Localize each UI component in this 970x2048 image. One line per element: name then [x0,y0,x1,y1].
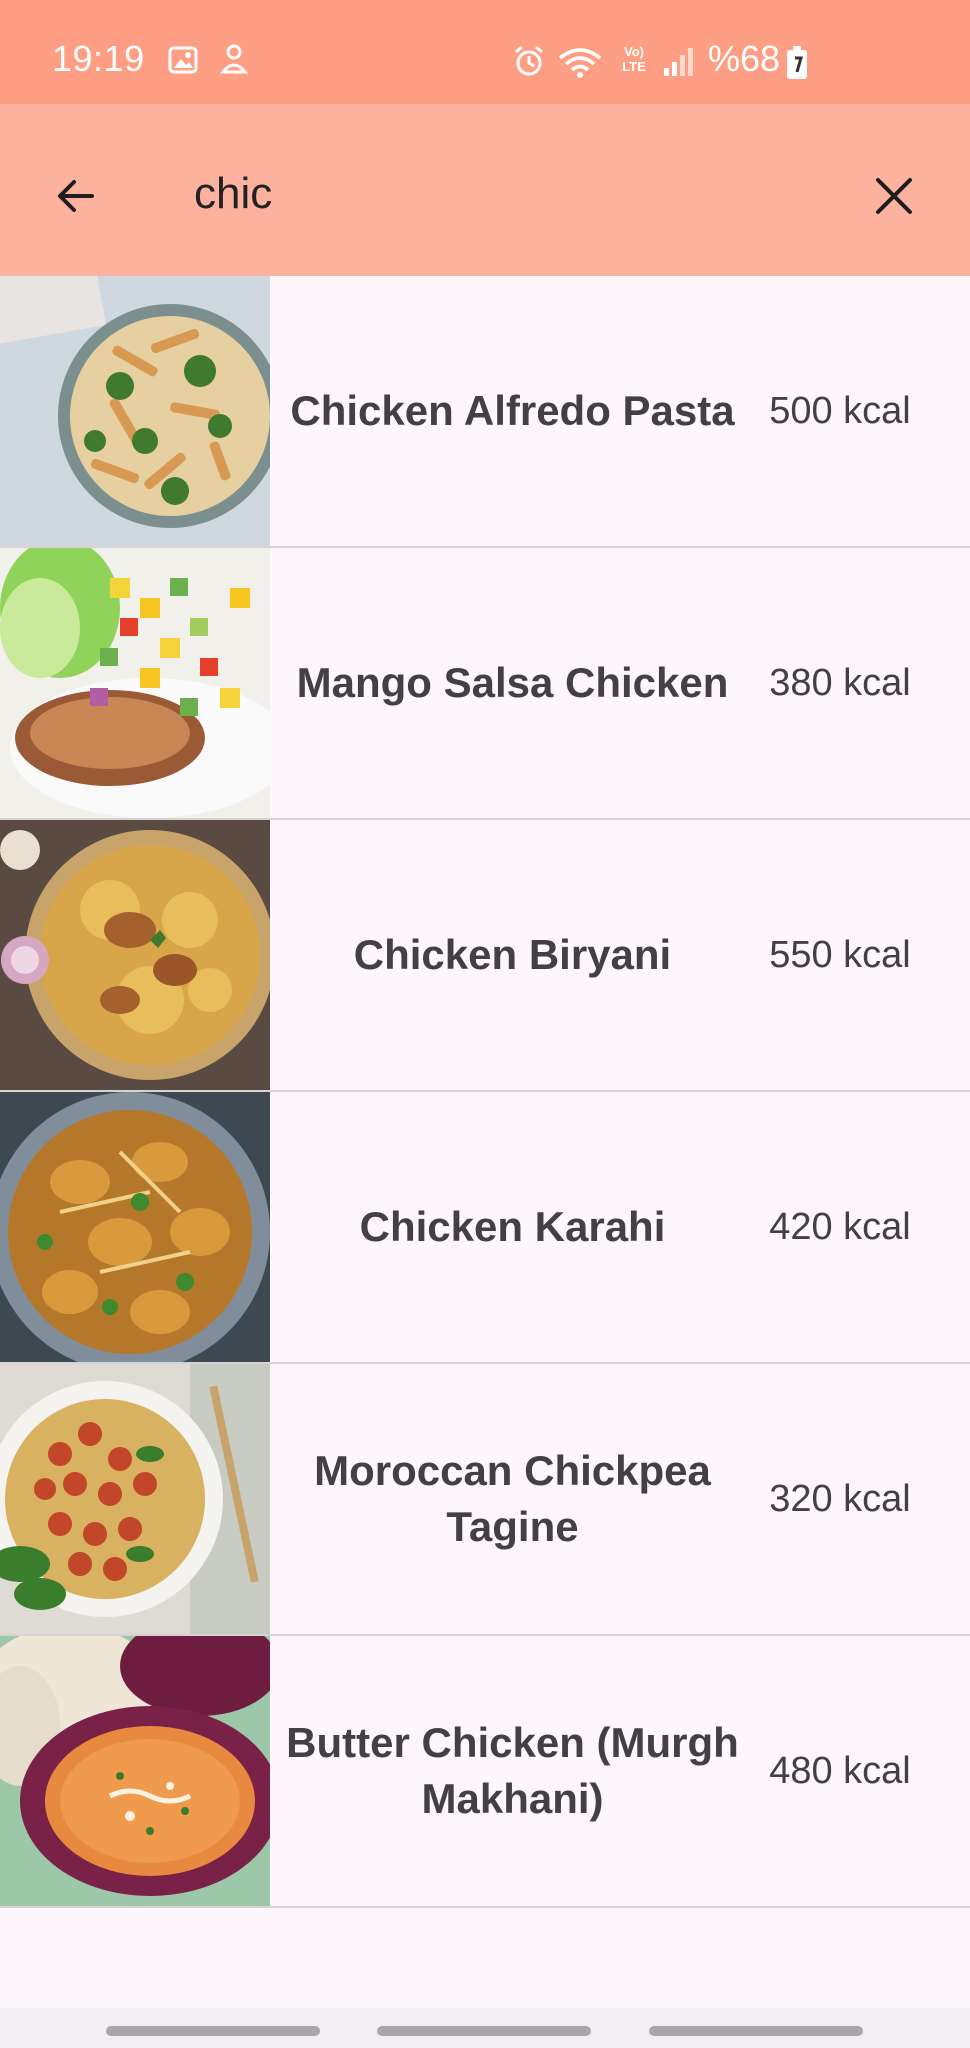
wifi-icon [558,48,602,78]
recipe-calories: 500 kcal [769,389,911,432]
arrow-left-icon [58,180,94,212]
recipe-list-item[interactable]: Butter Chicken (Murgh Makhani) 480 kcal [0,1636,970,1908]
recipe-calories: 320 kcal [769,1477,911,1520]
recipe-list-item[interactable]: Chicken Alfredo Pasta 500 kcal [0,276,970,548]
recipe-calories: 550 kcal [769,933,911,976]
recipe-name: Moroccan Chickpea Tagine [314,1447,711,1550]
clear-search-button[interactable] [858,160,930,232]
recipe-thumbnail [0,276,270,546]
recipe-name: Chicken Alfredo Pasta [290,387,735,434]
recipe-list-item[interactable]: Chicken Biryani 550 kcal [0,820,970,1092]
alarm-icon [515,45,543,76]
recipe-thumbnail [0,1364,270,1634]
search-app-bar [0,104,970,276]
recipe-list-item[interactable]: Mango Salsa Chicken 380 kcal [0,548,970,820]
recipe-list-item[interactable]: Moroccan Chickpea Tagine 320 kcal [0,1364,970,1636]
signal-icon [664,48,693,76]
recipe-calories: 420 kcal [769,1205,911,1248]
battery-icon [787,46,807,79]
gallery-icon [168,46,198,74]
recipe-list-item[interactable]: Chicken Karahi 420 kcal [0,1092,970,1364]
nav-back-handle[interactable] [649,2026,863,2036]
recipe-thumbnail [0,1636,270,1906]
recipe-thumbnail [0,1092,270,1362]
nav-recents-handle[interactable] [106,2026,320,2036]
recipe-calories: 380 kcal [769,661,911,704]
nav-home-handle[interactable] [377,2026,591,2036]
recipe-thumbnail [0,820,270,1090]
volte-indicator: Vo) LTE [622,44,646,74]
search-input[interactable] [194,164,794,224]
recipe-name: Mango Salsa Chicken [296,659,729,706]
notification-app-icon [219,44,249,74]
system-navigation-bar [0,2008,970,2048]
status-time: 19:19 [52,38,145,79]
recipe-name: Chicken Karahi [359,1203,666,1250]
recipe-calories: 480 kcal [769,1749,911,1792]
close-icon [876,178,912,214]
status-bar: 19:19 Vo) LTE %68 [0,0,970,104]
recipe-name: Butter Chicken (Murgh Makhani) [286,1719,739,1822]
back-button[interactable] [40,160,112,232]
recipe-results-list: Chicken Alfredo Pasta 500 kcal Mango Sal… [0,276,970,1908]
recipe-thumbnail [0,548,270,818]
recipe-name: Chicken Biryani [353,931,672,978]
battery-percentage: %68 [708,38,781,79]
